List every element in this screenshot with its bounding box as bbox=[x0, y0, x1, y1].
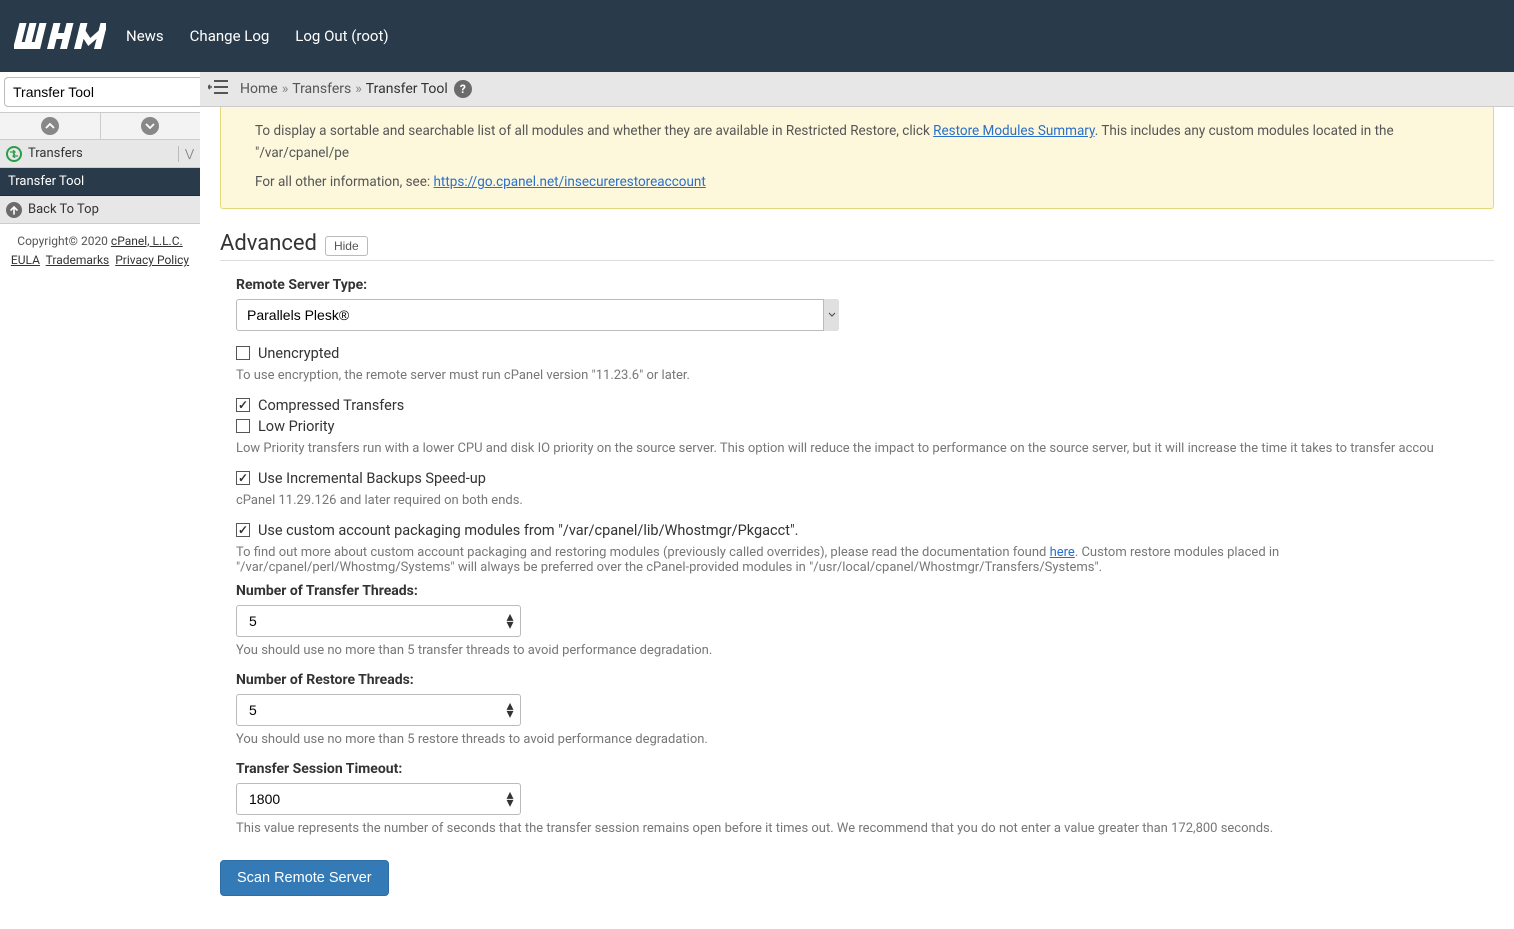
session-timeout-input[interactable] bbox=[236, 783, 521, 815]
session-timeout-help: This value represents the number of seco… bbox=[236, 821, 1494, 836]
hide-section-button[interactable]: Hide bbox=[325, 236, 368, 256]
search-wrap bbox=[0, 72, 200, 113]
top-nav: News Change Log Log Out (root) bbox=[126, 27, 389, 45]
nav-change-log[interactable]: Change Log bbox=[190, 27, 270, 45]
collapse-bar bbox=[0, 113, 200, 140]
back-to-top-label: Back To Top bbox=[28, 202, 99, 217]
number-spinner[interactable]: ▴▾ bbox=[503, 605, 517, 637]
incremental-backups-label: Use Incremental Backups Speed-up bbox=[258, 470, 486, 487]
custom-modules-help: To find out more about custom account pa… bbox=[236, 545, 1494, 575]
compressed-transfers-checkbox[interactable] bbox=[236, 398, 250, 412]
number-spinner[interactable]: ▴▾ bbox=[503, 694, 517, 726]
footer-company-link[interactable]: cPanel, L.L.C. bbox=[111, 234, 183, 248]
restore-threads-label: Number of Restore Threads: bbox=[236, 672, 1494, 688]
transfer-threads-input[interactable] bbox=[236, 605, 521, 637]
back-to-top[interactable]: Back To Top bbox=[0, 196, 200, 224]
footer-eula-link[interactable]: EULA bbox=[11, 253, 40, 267]
transfer-threads-help: You should use no more than 5 transfer t… bbox=[236, 643, 1494, 658]
section-header-advanced: Advanced Hide bbox=[220, 231, 1494, 261]
restore-threads-help: You should use no more than 5 restore th… bbox=[236, 732, 1494, 747]
low-priority-label: Low Priority bbox=[258, 418, 334, 435]
scan-remote-server-button[interactable]: Scan Remote Server bbox=[220, 860, 389, 896]
nav-log-out[interactable]: Log Out (root) bbox=[295, 27, 388, 45]
search-input[interactable] bbox=[4, 77, 203, 107]
sidebar-category-transfers[interactable]: Transfers ⋁ bbox=[0, 140, 200, 168]
transfers-icon bbox=[6, 146, 22, 162]
low-priority-help: Low Priority transfers run with a lower … bbox=[236, 441, 1494, 456]
section-title: Advanced bbox=[220, 231, 317, 256]
chevron-down-icon: ⋁ bbox=[185, 147, 194, 160]
restore-modules-summary-link[interactable]: Restore Modules Summary bbox=[933, 123, 1095, 139]
help-icon[interactable]: ? bbox=[454, 80, 472, 98]
incremental-backups-help: cPanel 11.29.126 and later required on b… bbox=[236, 493, 1494, 508]
breadcrumb-home[interactable]: Home bbox=[240, 81, 278, 97]
breadcrumb-bar: Home » Transfers » Transfer Tool ? bbox=[200, 72, 1514, 107]
unencrypted-checkbox[interactable] bbox=[236, 346, 250, 360]
breadcrumb-transfers[interactable]: Transfers bbox=[292, 81, 351, 97]
insecure-restore-link[interactable]: https://go.cpanel.net/insecurerestoreacc… bbox=[434, 174, 706, 190]
menu-toggle-icon[interactable] bbox=[208, 79, 228, 99]
transfer-threads-label: Number of Transfer Threads: bbox=[236, 583, 1494, 599]
remote-server-type-label: Remote Server Type: bbox=[236, 277, 1494, 293]
expand-all-button[interactable] bbox=[100, 113, 201, 139]
unencrypted-help: To use encryption, the remote server mus… bbox=[236, 368, 1494, 383]
info-box: To display a sortable and searchable lis… bbox=[220, 107, 1494, 209]
custom-modules-label: Use custom account packaging modules fro… bbox=[258, 522, 798, 539]
low-priority-checkbox[interactable] bbox=[236, 419, 250, 433]
compressed-transfers-label: Compressed Transfers bbox=[258, 397, 404, 414]
collapse-all-button[interactable] bbox=[0, 113, 100, 139]
arrow-up-icon bbox=[6, 202, 22, 218]
unencrypted-label: Unencrypted bbox=[258, 345, 339, 362]
nav-news[interactable]: News bbox=[126, 27, 164, 45]
custom-modules-doc-link[interactable]: here bbox=[1050, 545, 1075, 560]
footer-trademarks-link[interactable]: Trademarks bbox=[46, 253, 110, 267]
top-bar: News Change Log Log Out (root) bbox=[0, 0, 1514, 72]
restore-threads-input[interactable] bbox=[236, 694, 521, 726]
remote-server-type-select[interactable]: Parallels Plesk® bbox=[236, 299, 839, 331]
whm-logo bbox=[14, 21, 106, 51]
sidebar-category-label: Transfers bbox=[28, 146, 172, 161]
breadcrumb-current: Transfer Tool bbox=[366, 81, 448, 97]
footer-privacy-link[interactable]: Privacy Policy bbox=[115, 253, 189, 267]
main-content: Home » Transfers » Transfer Tool ? To di… bbox=[200, 72, 1514, 916]
sidebar: Transfers ⋁ Transfer Tool Back To Top Co… bbox=[0, 72, 200, 916]
number-spinner[interactable]: ▴▾ bbox=[503, 783, 517, 815]
incremental-backups-checkbox[interactable] bbox=[236, 471, 250, 485]
sidebar-item-transfer-tool[interactable]: Transfer Tool bbox=[0, 168, 200, 196]
session-timeout-label: Transfer Session Timeout: bbox=[236, 761, 1494, 777]
custom-modules-checkbox[interactable] bbox=[236, 523, 250, 537]
sidebar-footer: Copyright© 2020 cPanel, L.L.C. EULA Trad… bbox=[0, 224, 200, 278]
